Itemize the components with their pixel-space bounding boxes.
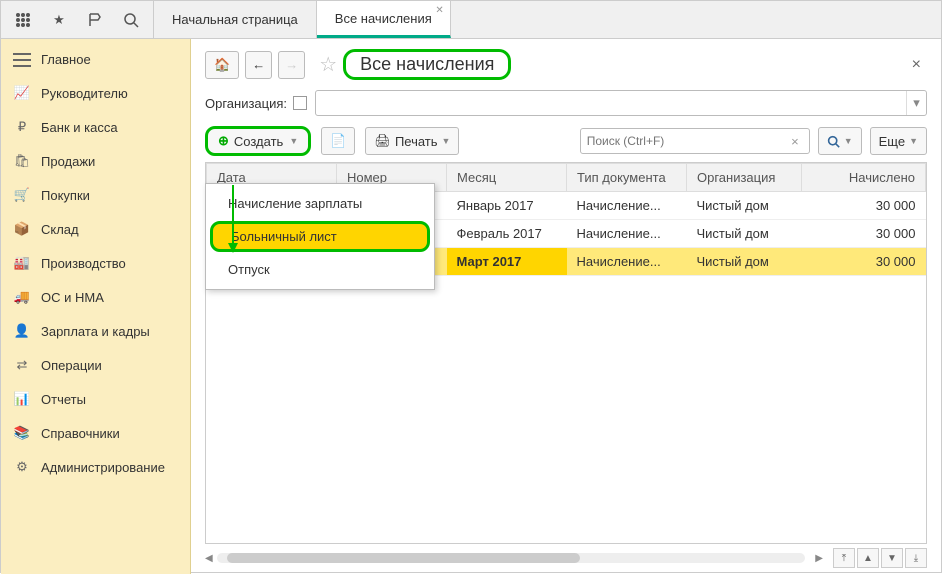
top-bar: ★ Начальная страница Все начисления✕	[1, 1, 941, 39]
nav-row: 🏠 ← → ☆ Все начисления ×	[205, 49, 927, 80]
truck-icon: 🚚	[13, 289, 31, 305]
sidebar-item-assets[interactable]: 🚚ОС и НМА	[1, 280, 190, 314]
ledger-icon: ⇄	[13, 357, 31, 373]
report-icon: 📊	[13, 391, 31, 407]
col-month[interactable]: Месяц	[447, 164, 567, 192]
sidebar: Главное 📈Руководителю ₽Банк и касса 🛍Про…	[1, 39, 191, 574]
sidebar-item-catalogs[interactable]: 📚Справочники	[1, 416, 190, 450]
back-button[interactable]: ←	[245, 51, 272, 79]
chart-icon: 📈	[13, 85, 31, 101]
tab-all-accruals[interactable]: Все начисления✕	[317, 1, 451, 38]
scroll-left-icon[interactable]: ◀	[205, 553, 213, 564]
sidebar-item-admin[interactable]: ⚙Администрирование	[1, 450, 190, 484]
ruble-icon: ₽	[13, 119, 31, 135]
create-dropdown: Начисление зарплаты Больничный лист Отпу…	[205, 183, 435, 290]
dd-item-sick-leave[interactable]: Больничный лист	[210, 221, 430, 252]
sidebar-item-purchases[interactable]: 🛒Покупки	[1, 178, 190, 212]
sidebar-item-hr[interactable]: 👤Зарплата и кадры	[1, 314, 190, 348]
close-icon[interactable]: ✕	[435, 5, 443, 16]
plus-icon: ⊕	[218, 133, 229, 149]
forward-button[interactable]: →	[278, 51, 305, 79]
org-checkbox[interactable]	[293, 96, 307, 110]
org-input[interactable]: ▾	[315, 90, 927, 116]
sidebar-item-warehouse[interactable]: 📦Склад	[1, 212, 190, 246]
chevron-down-icon[interactable]: ▾	[906, 91, 926, 115]
page-last-button[interactable]: ⤓	[905, 548, 927, 568]
gear-icon: ⚙	[13, 459, 31, 475]
scroll-right-icon[interactable]: ▶	[815, 553, 823, 564]
org-filter-row: Организация: ▾	[205, 90, 927, 116]
search-button[interactable]: ▼	[818, 127, 862, 155]
sidebar-item-reports[interactable]: 📊Отчеты	[1, 382, 190, 416]
sidebar-item-sales[interactable]: 🛍Продажи	[1, 144, 190, 178]
sidebar-item-operations[interactable]: ⇄Операции	[1, 348, 190, 382]
person-icon: 👤	[13, 323, 31, 339]
page-first-button[interactable]: ⤒	[833, 548, 855, 568]
topbar-icon-group: ★	[1, 1, 154, 38]
close-panel-button[interactable]: ×	[906, 56, 927, 74]
favorite-icon[interactable]: ☆	[319, 52, 337, 77]
dd-item-payroll[interactable]: Начисление зарплаты	[206, 188, 434, 219]
menu-icon	[13, 53, 31, 67]
star-icon[interactable]: ★	[43, 4, 75, 36]
col-org[interactable]: Организация	[687, 164, 802, 192]
sidebar-item-bank[interactable]: ₽Банк и касса	[1, 110, 190, 144]
org-label: Организация:	[205, 96, 287, 111]
dd-item-vacation[interactable]: Отпуск	[206, 254, 434, 285]
content: 🏠 ← → ☆ Все начисления × Организация: ▾ …	[191, 39, 941, 574]
book-icon: 📚	[13, 425, 31, 441]
more-button[interactable]: Еще ▼	[870, 127, 927, 155]
print-button[interactable]: 🖨 Печать ▼	[365, 127, 459, 155]
box-icon: 📦	[13, 221, 31, 237]
sidebar-item-manager[interactable]: 📈Руководителю	[1, 76, 190, 110]
search-icon[interactable]	[115, 4, 147, 36]
history-icon[interactable]	[79, 4, 111, 36]
sidebar-item-production[interactable]: 🏭Производство	[1, 246, 190, 280]
home-button[interactable]: 🏠	[205, 51, 239, 79]
chevron-down-icon: ▼	[289, 136, 298, 146]
col-type[interactable]: Тип документа	[567, 164, 687, 192]
tab-home[interactable]: Начальная страница	[154, 1, 317, 38]
toolbar: ⊕Создать▼ 📄 🖨 Печать ▼ × ▼ Еще ▼	[205, 126, 927, 156]
copy-button[interactable]: 📄	[321, 127, 355, 155]
sidebar-item-main[interactable]: Главное	[1, 43, 190, 76]
cart-icon: 🛒	[13, 187, 31, 203]
clear-icon[interactable]: ×	[787, 134, 803, 149]
search-input[interactable]: ×	[580, 128, 810, 154]
footer: ◀ ▶ ⤒ ▲ ▼ ⤓	[205, 544, 927, 568]
page-down-button[interactable]: ▼	[881, 548, 903, 568]
factory-icon: 🏭	[13, 255, 31, 271]
page-up-button[interactable]: ▲	[857, 548, 879, 568]
create-button[interactable]: ⊕Создать▼	[205, 126, 311, 156]
col-sum[interactable]: Начислено	[802, 164, 926, 192]
bag-icon: 🛍	[13, 153, 31, 169]
pager: ⤒ ▲ ▼ ⤓	[833, 548, 927, 568]
h-scrollbar[interactable]	[217, 553, 806, 563]
page-title: Все начисления	[343, 49, 511, 80]
apps-icon[interactable]	[7, 4, 39, 36]
